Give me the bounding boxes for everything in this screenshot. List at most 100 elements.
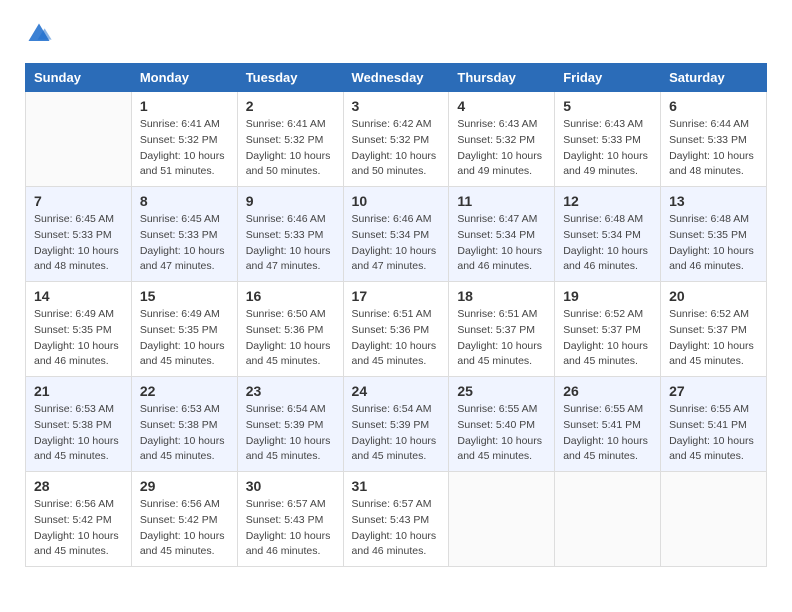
day-number: 16 — [246, 288, 335, 304]
calendar-header-friday: Friday — [555, 64, 661, 92]
calendar-row-week-2: 7 Sunrise: 6:45 AM Sunset: 5:33 PM Daylig… — [26, 187, 767, 282]
day-number: 7 — [34, 193, 123, 209]
calendar-cell: 13 Sunrise: 6:48 AM Sunset: 5:35 PM Dayli… — [661, 187, 767, 282]
calendar-header-saturday: Saturday — [661, 64, 767, 92]
calendar-cell: 29 Sunrise: 6:56 AM Sunset: 5:42 PM Dayli… — [131, 472, 237, 567]
calendar-header-monday: Monday — [131, 64, 237, 92]
day-info: Sunrise: 6:52 AM Sunset: 5:37 PM Dayligh… — [563, 307, 652, 370]
day-info: Sunrise: 6:44 AM Sunset: 5:33 PM Dayligh… — [669, 117, 758, 180]
calendar-cell: 14 Sunrise: 6:49 AM Sunset: 5:35 PM Dayli… — [26, 282, 132, 377]
calendar-header-thursday: Thursday — [449, 64, 555, 92]
calendar-cell — [555, 472, 661, 567]
day-info: Sunrise: 6:56 AM Sunset: 5:42 PM Dayligh… — [140, 497, 229, 560]
calendar-cell: 17 Sunrise: 6:51 AM Sunset: 5:36 PM Dayli… — [343, 282, 449, 377]
day-info: Sunrise: 6:57 AM Sunset: 5:43 PM Dayligh… — [352, 497, 441, 560]
calendar-row-week-5: 28 Sunrise: 6:56 AM Sunset: 5:42 PM Dayli… — [26, 472, 767, 567]
calendar-header-wednesday: Wednesday — [343, 64, 449, 92]
day-number: 26 — [563, 383, 652, 399]
calendar-cell: 31 Sunrise: 6:57 AM Sunset: 5:43 PM Dayli… — [343, 472, 449, 567]
calendar-cell: 24 Sunrise: 6:54 AM Sunset: 5:39 PM Dayli… — [343, 377, 449, 472]
calendar-cell — [26, 92, 132, 187]
day-info: Sunrise: 6:53 AM Sunset: 5:38 PM Dayligh… — [140, 402, 229, 465]
day-info: Sunrise: 6:41 AM Sunset: 5:32 PM Dayligh… — [246, 117, 335, 180]
day-number: 17 — [352, 288, 441, 304]
day-info: Sunrise: 6:57 AM Sunset: 5:43 PM Dayligh… — [246, 497, 335, 560]
day-number: 28 — [34, 478, 123, 494]
calendar-cell: 16 Sunrise: 6:50 AM Sunset: 5:36 PM Dayli… — [237, 282, 343, 377]
day-number: 9 — [246, 193, 335, 209]
calendar-cell — [661, 472, 767, 567]
day-number: 14 — [34, 288, 123, 304]
calendar-cell: 23 Sunrise: 6:54 AM Sunset: 5:39 PM Dayli… — [237, 377, 343, 472]
day-info: Sunrise: 6:55 AM Sunset: 5:40 PM Dayligh… — [457, 402, 546, 465]
day-info: Sunrise: 6:51 AM Sunset: 5:36 PM Dayligh… — [352, 307, 441, 370]
day-number: 15 — [140, 288, 229, 304]
day-info: Sunrise: 6:41 AM Sunset: 5:32 PM Dayligh… — [140, 117, 229, 180]
day-number: 6 — [669, 98, 758, 114]
day-info: Sunrise: 6:46 AM Sunset: 5:33 PM Dayligh… — [246, 212, 335, 275]
day-info: Sunrise: 6:45 AM Sunset: 5:33 PM Dayligh… — [140, 212, 229, 275]
day-number: 5 — [563, 98, 652, 114]
calendar-cell: 19 Sunrise: 6:52 AM Sunset: 5:37 PM Dayli… — [555, 282, 661, 377]
day-number: 27 — [669, 383, 758, 399]
logo-icon — [25, 20, 53, 48]
calendar-header-row: SundayMondayTuesdayWednesdayThursdayFrid… — [26, 64, 767, 92]
day-info: Sunrise: 6:49 AM Sunset: 5:35 PM Dayligh… — [140, 307, 229, 370]
day-number: 12 — [563, 193, 652, 209]
calendar-row-week-3: 14 Sunrise: 6:49 AM Sunset: 5:35 PM Dayli… — [26, 282, 767, 377]
day-info: Sunrise: 6:43 AM Sunset: 5:32 PM Dayligh… — [457, 117, 546, 180]
calendar-cell: 6 Sunrise: 6:44 AM Sunset: 5:33 PM Daylig… — [661, 92, 767, 187]
day-info: Sunrise: 6:45 AM Sunset: 5:33 PM Dayligh… — [34, 212, 123, 275]
day-info: Sunrise: 6:46 AM Sunset: 5:34 PM Dayligh… — [352, 212, 441, 275]
day-info: Sunrise: 6:56 AM Sunset: 5:42 PM Dayligh… — [34, 497, 123, 560]
day-info: Sunrise: 6:50 AM Sunset: 5:36 PM Dayligh… — [246, 307, 335, 370]
day-info: Sunrise: 6:55 AM Sunset: 5:41 PM Dayligh… — [669, 402, 758, 465]
logo — [25, 20, 59, 48]
calendar-cell: 18 Sunrise: 6:51 AM Sunset: 5:37 PM Dayli… — [449, 282, 555, 377]
day-number: 25 — [457, 383, 546, 399]
day-info: Sunrise: 6:51 AM Sunset: 5:37 PM Dayligh… — [457, 307, 546, 370]
calendar-cell: 21 Sunrise: 6:53 AM Sunset: 5:38 PM Dayli… — [26, 377, 132, 472]
calendar-cell: 8 Sunrise: 6:45 AM Sunset: 5:33 PM Daylig… — [131, 187, 237, 282]
day-number: 1 — [140, 98, 229, 114]
day-number: 30 — [246, 478, 335, 494]
day-number: 22 — [140, 383, 229, 399]
calendar-cell: 2 Sunrise: 6:41 AM Sunset: 5:32 PM Daylig… — [237, 92, 343, 187]
day-number: 2 — [246, 98, 335, 114]
day-number: 21 — [34, 383, 123, 399]
calendar-cell: 15 Sunrise: 6:49 AM Sunset: 5:35 PM Dayli… — [131, 282, 237, 377]
day-number: 24 — [352, 383, 441, 399]
day-number: 19 — [563, 288, 652, 304]
calendar-table: SundayMondayTuesdayWednesdayThursdayFrid… — [25, 63, 767, 567]
day-number: 4 — [457, 98, 546, 114]
calendar-cell: 4 Sunrise: 6:43 AM Sunset: 5:32 PM Daylig… — [449, 92, 555, 187]
day-number: 29 — [140, 478, 229, 494]
day-info: Sunrise: 6:52 AM Sunset: 5:37 PM Dayligh… — [669, 307, 758, 370]
calendar-cell: 30 Sunrise: 6:57 AM Sunset: 5:43 PM Dayli… — [237, 472, 343, 567]
day-number: 23 — [246, 383, 335, 399]
calendar-cell: 26Sunrise: 6:55 AM Sunset: 5:41 PM Dayli… — [555, 377, 661, 472]
calendar-cell: 11Sunrise: 6:47 AM Sunset: 5:34 PM Dayli… — [449, 187, 555, 282]
day-info: Sunrise: 6:48 AM Sunset: 5:35 PM Dayligh… — [669, 212, 758, 275]
calendar-cell: 22 Sunrise: 6:53 AM Sunset: 5:38 PM Dayli… — [131, 377, 237, 472]
calendar-header-tuesday: Tuesday — [237, 64, 343, 92]
day-info: Sunrise: 6:43 AM Sunset: 5:33 PM Dayligh… — [563, 117, 652, 180]
day-number: 31 — [352, 478, 441, 494]
day-info: Sunrise: 6:42 AM Sunset: 5:32 PM Dayligh… — [352, 117, 441, 180]
day-info: Sunrise: 6:49 AM Sunset: 5:35 PM Dayligh… — [34, 307, 123, 370]
calendar-cell: 20Sunrise: 6:52 AM Sunset: 5:37 PM Dayli… — [661, 282, 767, 377]
calendar-cell: 3Sunrise: 6:42 AM Sunset: 5:32 PM Daylig… — [343, 92, 449, 187]
day-number: 18 — [457, 288, 546, 304]
calendar-cell: 12 Sunrise: 6:48 AM Sunset: 5:34 PM Dayli… — [555, 187, 661, 282]
day-info: Sunrise: 6:53 AM Sunset: 5:38 PM Dayligh… — [34, 402, 123, 465]
day-info: Sunrise: 6:48 AM Sunset: 5:34 PM Dayligh… — [563, 212, 652, 275]
day-info: Sunrise: 6:54 AM Sunset: 5:39 PM Dayligh… — [352, 402, 441, 465]
calendar-cell: 9 Sunrise: 6:46 AM Sunset: 5:33 PM Daylig… — [237, 187, 343, 282]
calendar-header-sunday: Sunday — [26, 64, 132, 92]
day-number: 13 — [669, 193, 758, 209]
page-header — [25, 20, 767, 48]
day-info: Sunrise: 6:47 AM Sunset: 5:34 PM Dayligh… — [457, 212, 546, 275]
calendar-cell: 1 Sunrise: 6:41 AM Sunset: 5:32 PM Daylig… — [131, 92, 237, 187]
day-number: 8 — [140, 193, 229, 209]
day-info: Sunrise: 6:54 AM Sunset: 5:39 PM Dayligh… — [246, 402, 335, 465]
